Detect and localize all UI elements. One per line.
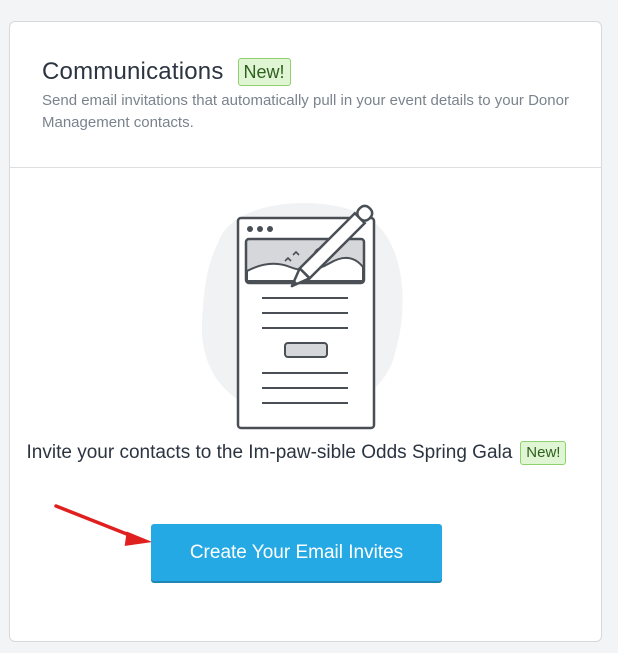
invite-message: Invite your contacts to the Im-paw-sible…: [20, 440, 573, 465]
button-shape: [284, 342, 328, 358]
page-title: Communications: [42, 58, 224, 85]
new-badge: New!: [237, 58, 291, 86]
red-arrow-icon: [54, 504, 153, 546]
card-header: Communications New! Send email invitatio…: [10, 22, 601, 168]
create-email-invites-button[interactable]: Create Your Email Invites: [151, 524, 442, 581]
invite-text: Invite your contacts to the Im-paw-sible…: [26, 442, 513, 463]
card-subtitle: Send email invitations that automaticall…: [42, 92, 569, 131]
email-document-illustration: [201, 203, 403, 430]
title-row: Communications New!: [42, 58, 569, 86]
invite-new-badge: New!: [520, 441, 567, 465]
